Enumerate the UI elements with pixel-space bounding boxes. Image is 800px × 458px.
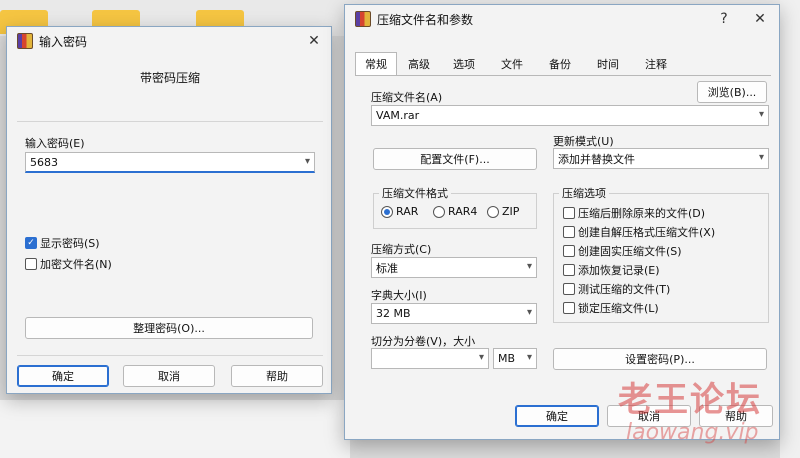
browse-button[interactable]: 浏览(B)... [697,81,767,103]
checkbox-box[interactable]: ✓ [25,237,37,249]
split-unit-select[interactable]: MB ▾ [493,348,537,369]
close-icon[interactable]: ✕ [303,31,325,51]
tab-files[interactable]: 文件 [489,53,535,75]
format-rar-label: RAR [396,205,419,218]
option-sfx[interactable]: 创建自解压格式压缩文件(X) [563,224,715,240]
options-group-title: 压缩选项 [559,185,609,201]
chevron-down-icon[interactable]: ▾ [759,152,764,163]
update-mode-select[interactable]: 添加并替换文件 ▾ [553,148,769,169]
method-value: 标准 [376,261,398,275]
profiles-button[interactable]: 配置文件(F)... [373,148,537,170]
option-solid[interactable]: 创建固实压缩文件(S) [563,243,682,259]
encrypt-filenames-checkbox[interactable]: 加密文件名(N) [25,256,112,272]
split-volumes-label: 切分为分卷(V)，大小 [371,335,476,348]
checkbox-box[interactable] [25,258,37,270]
chevron-down-icon[interactable]: ▾ [305,156,310,167]
show-password-checkbox[interactable]: ✓ 显示密码(S) [25,235,100,251]
update-mode-label: 更新模式(U) [553,135,614,148]
format-rar4-radio[interactable]: RAR4 [433,205,477,218]
option-label: 添加恢复记录(E) [578,264,660,277]
divider [17,121,323,122]
background-window [780,0,800,458]
archive-dialog-titlebar: 压缩文件名和参数 ? ✕ [345,5,779,33]
password-dialog-heading: 带密码压缩 [139,71,200,85]
tab-divider [355,75,771,76]
encrypt-filenames-label: 加密文件名(N) [40,258,112,271]
organize-passwords-button[interactable]: 整理密码(O)... [25,317,313,339]
format-group-title: 压缩文件格式 [379,185,451,201]
winrar-icon [355,11,371,27]
chevron-down-icon[interactable]: ▾ [527,352,532,363]
tab-time[interactable]: 时间 [585,53,631,75]
password-input[interactable]: 5683 ▾ [25,152,315,173]
radio-dot[interactable] [381,205,393,218]
split-size-input[interactable]: ▾ [371,348,489,369]
option-delete-after[interactable]: 压缩后删除原来的文件(D) [563,205,705,221]
option-lock[interactable]: 锁定压缩文件(L) [563,300,659,316]
chevron-down-icon[interactable]: ▾ [527,261,532,272]
watermark-url: laowang.vip [626,420,759,445]
help-icon[interactable]: ? [713,9,735,29]
format-rar-radio[interactable]: RAR [381,205,418,218]
divider [17,355,323,356]
format-rar4-label: RAR4 [448,205,478,218]
background-area [0,400,350,458]
tab-options[interactable]: 选项 [441,53,487,75]
password-dialog-titlebar: 输入密码 ✕ [7,27,331,55]
checkbox-box[interactable] [563,245,575,257]
format-zip-label: ZIP [502,205,520,218]
checkbox-box[interactable] [563,264,575,276]
archive-name-input[interactable]: VAM.rar ▾ [371,105,769,126]
archive-name-label: 压缩文件名(A) [371,91,443,104]
archive-name-value: VAM.rar [376,109,420,122]
cancel-button[interactable]: 取消 [123,365,215,387]
password-dialog-title: 输入密码 [39,34,88,49]
archive-dialog-title: 压缩文件名和参数 [377,12,474,27]
option-test[interactable]: 测试压缩的文件(T) [563,281,670,297]
option-label: 压缩后删除原来的文件(D) [578,207,706,220]
tab-advanced[interactable]: 高级 [399,53,439,75]
method-label: 压缩方式(C) [371,243,432,256]
enter-password-label: 输入密码(E) [25,137,85,150]
checkbox-box[interactable] [563,207,575,219]
radio-dot[interactable] [433,205,445,218]
set-password-button[interactable]: 设置密码(P)... [553,348,767,370]
radio-dot[interactable] [487,205,499,218]
chevron-down-icon[interactable]: ▾ [527,307,532,318]
option-recovery[interactable]: 添加恢复记录(E) [563,262,660,278]
close-icon[interactable]: ✕ [749,9,771,29]
show-password-label: 显示密码(S) [40,237,100,250]
tab-general[interactable]: 常规 [355,52,397,75]
ok-button[interactable]: 确定 [17,365,109,387]
chevron-down-icon[interactable]: ▾ [479,352,484,363]
password-dialog: 输入密码 ✕ 带密码压缩 输入密码(E) 5683 ▾ ✓ 显示密码(S) 加密… [6,26,332,394]
method-select[interactable]: 标准 ▾ [371,257,537,278]
watermark-text: 老王论坛 [618,380,762,420]
format-zip-radio[interactable]: ZIP [487,205,519,218]
tab-comment[interactable]: 注释 [633,53,679,75]
option-label: 测试压缩的文件(T) [578,283,671,296]
option-label: 创建自解压格式压缩文件(X) [578,226,716,239]
winrar-icon [17,33,33,49]
dict-size-select[interactable]: 32 MB ▾ [371,303,537,324]
checkbox-box[interactable] [563,283,575,295]
password-value: 5683 [30,155,58,169]
split-unit-value: MB [498,352,516,365]
ok-button[interactable]: 确定 [515,405,599,427]
update-mode-value: 添加并替换文件 [558,152,635,166]
chevron-down-icon[interactable]: ▾ [759,109,764,120]
option-label: 锁定压缩文件(L) [578,302,659,315]
option-label: 创建固实压缩文件(S) [578,245,682,258]
dict-size-value: 32 MB [376,307,411,320]
checkbox-box[interactable] [563,226,575,238]
dict-size-label: 字典大小(I) [371,289,427,302]
checkbox-box[interactable] [563,302,575,314]
help-button[interactable]: 帮助 [231,365,323,387]
tab-backup[interactable]: 备份 [537,53,583,75]
